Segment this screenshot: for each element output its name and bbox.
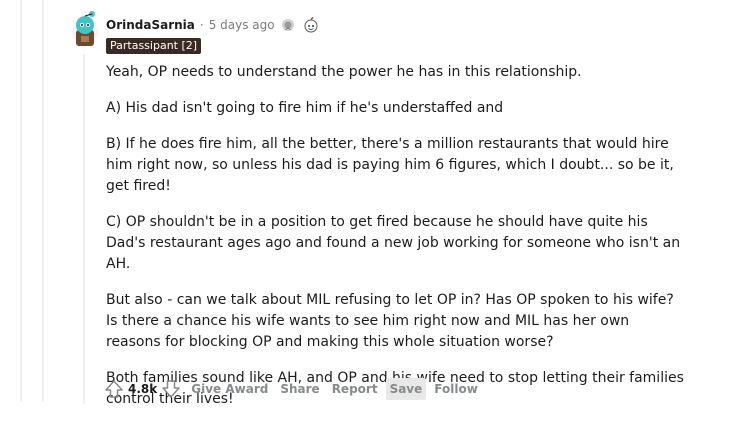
comment-paragraph: But also - can we talk about MIL refusin… [106,292,674,350]
comment-paragraph: B) If he does fire him, all the better, … [106,136,674,194]
comment-body: Yeah, OP needs to understand the power h… [106,62,686,425]
timestamp-link[interactable]: 5 days ago [209,18,275,32]
vote-score: 4.8k [128,382,158,396]
wholesome-award-icon[interactable] [303,17,319,33]
give-award-button[interactable]: Give Award [187,378,272,400]
author-link[interactable]: OrindaSarnia [106,18,195,32]
save-button[interactable]: Save [385,378,427,400]
thread-line-outer[interactable] [20,0,22,401]
comment-paragraph: C) OP shouldn't be in a position to get … [106,214,681,272]
separator-dot: · [199,18,204,32]
comment-paragraph: Yeah, OP needs to understand the power h… [106,64,582,80]
user-flair: Partassipant [2] [106,38,202,54]
collapse-thread-line[interactable] [83,54,85,404]
share-button[interactable]: Share [276,378,323,400]
comment-header: OrindaSarnia · 5 days ago [106,16,319,34]
avatar[interactable] [70,10,100,48]
upvote-icon[interactable] [104,379,124,399]
award-icon[interactable] [280,17,296,33]
thread-line-inner[interactable] [42,0,44,401]
comment-paragraph: A) His dad isn't going to fire him if he… [106,100,504,116]
report-button[interactable]: Report [328,378,382,400]
follow-button[interactable]: Follow [430,378,482,400]
downvote-icon[interactable] [161,379,181,399]
comment-actions: 4.8k Give Award Share Report Save Follow [104,376,486,402]
